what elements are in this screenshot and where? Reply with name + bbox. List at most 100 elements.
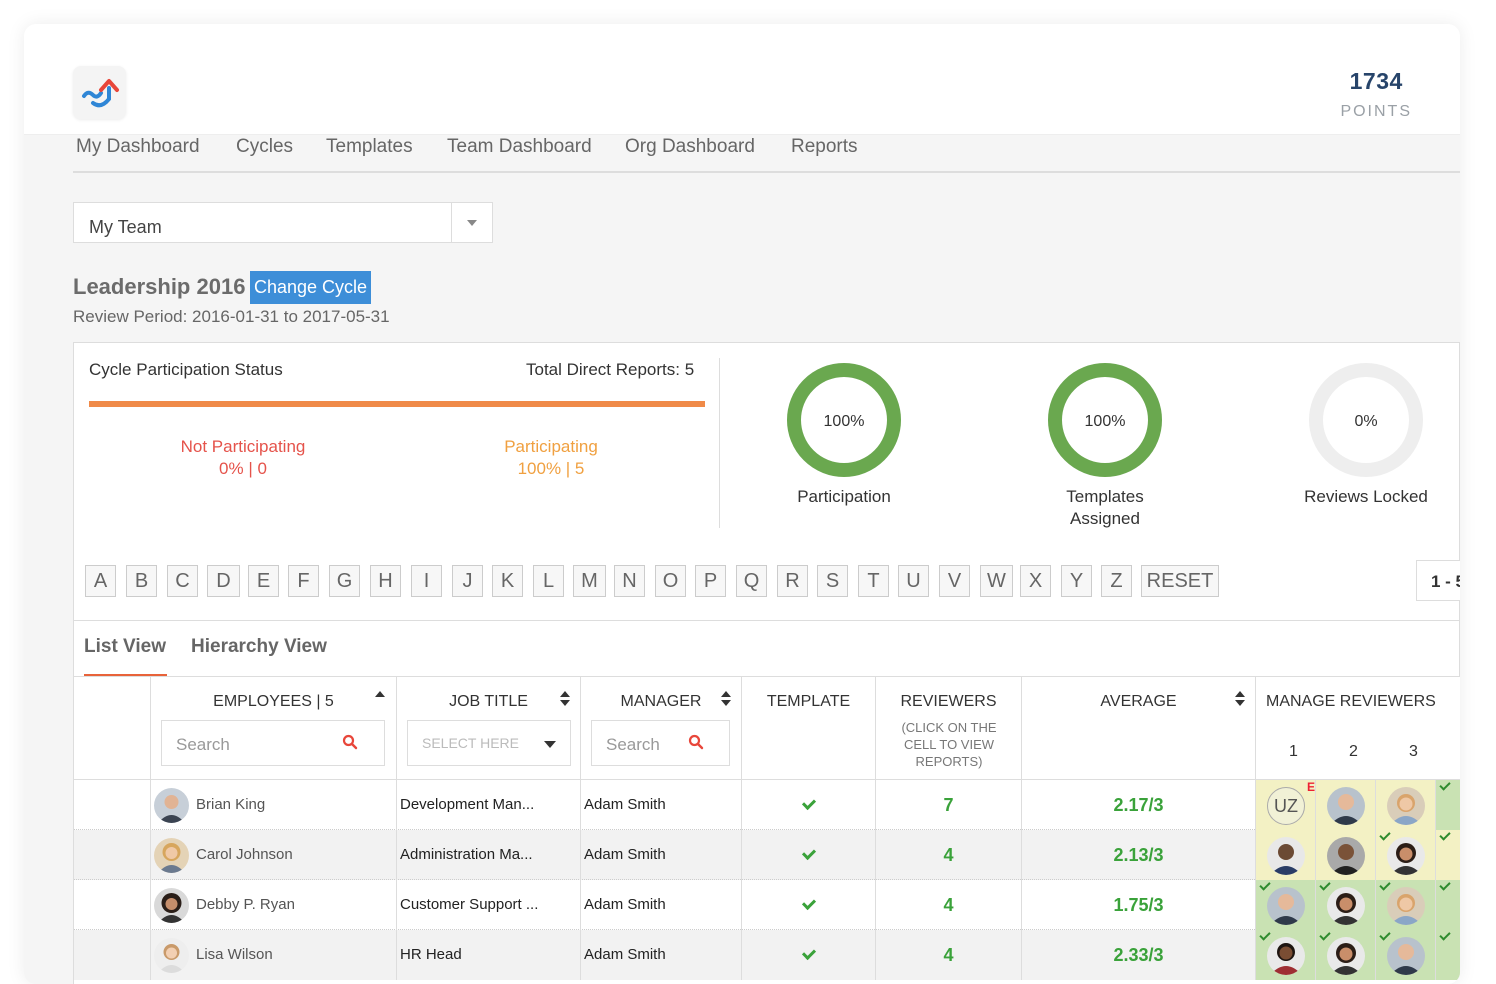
letter-button-s[interactable]: S — [817, 565, 848, 597]
reviewer-slot[interactable] — [1436, 829, 1460, 880]
reviewer-avatar — [1267, 837, 1305, 875]
header-manager[interactable]: MANAGER Search — [581, 677, 742, 780]
search-icon[interactable] — [342, 734, 358, 750]
pagination-info[interactable]: 1 - 5 — [1416, 560, 1460, 601]
letter-button-u[interactable]: U — [898, 565, 929, 597]
letter-button-e[interactable]: E — [248, 565, 279, 597]
reviewer-slot[interactable] — [1376, 879, 1436, 930]
average-cell: 2.33/3 — [1022, 930, 1256, 980]
letter-button-d[interactable]: D — [207, 565, 240, 597]
employee-cell[interactable]: Brian King — [151, 780, 397, 830]
check-icon — [801, 845, 816, 861]
reviewer-slot[interactable]: UZ E — [1256, 780, 1316, 830]
table-row[interactable]: Brian King Development Man... Adam Smith… — [74, 779, 1460, 830]
letter-button-t[interactable]: T — [858, 565, 889, 597]
table-row[interactable]: Lisa Wilson HR Head Adam Smith 4 2.33/3 — [74, 929, 1460, 980]
reviewers-count-cell[interactable]: 4 — [876, 830, 1022, 880]
header-average[interactable]: AVERAGE — [1022, 677, 1256, 780]
reviewer-slot[interactable] — [1316, 929, 1376, 980]
team-select-toggle[interactable] — [451, 203, 492, 242]
reviewer-slot[interactable] — [1256, 830, 1316, 880]
nav-team-dashboard[interactable]: Team Dashboard — [447, 135, 592, 159]
row-select-cell[interactable] — [74, 930, 151, 980]
nav-templates[interactable]: Templates — [326, 135, 413, 159]
template-cell[interactable] — [742, 930, 876, 980]
employee-cell[interactable]: Debby P. Ryan — [151, 880, 397, 930]
reviewer-slot[interactable] — [1256, 879, 1316, 930]
reviewers-count-cell[interactable]: 7 — [876, 780, 1022, 830]
reviewer-avatar — [1387, 887, 1425, 925]
employee-search-input[interactable]: Search — [161, 720, 385, 766]
reviewer-slot[interactable] — [1376, 829, 1436, 880]
template-cell[interactable] — [742, 830, 876, 880]
letter-button-x[interactable]: X — [1020, 565, 1051, 597]
table-row[interactable]: Debby P. Ryan Customer Support ... Adam … — [74, 879, 1460, 930]
letter-button-p[interactable]: P — [695, 565, 726, 597]
letter-button-z[interactable]: Z — [1101, 565, 1132, 597]
employee-cell[interactable]: Carol Johnson — [151, 830, 397, 880]
row-select-cell[interactable] — [74, 880, 151, 930]
reviewer-slot[interactable] — [1256, 929, 1316, 980]
not-participating-stat[interactable]: Not Participating 0% | 0 — [123, 436, 363, 480]
reviewer-slot[interactable] — [1436, 929, 1460, 980]
reviewer-slot[interactable] — [1436, 779, 1460, 830]
letter-button-m[interactable]: M — [573, 565, 606, 597]
letter-button-k[interactable]: K — [492, 565, 523, 597]
job-title-cell: HR Head — [397, 930, 581, 980]
template-cell[interactable] — [742, 880, 876, 930]
letter-button-v[interactable]: V — [939, 565, 970, 597]
sort-icon[interactable] — [721, 691, 731, 707]
nav-reports[interactable]: Reports — [791, 135, 858, 159]
letter-button-y[interactable]: Y — [1061, 565, 1092, 597]
header-job-title[interactable]: JOB TITLE SELECT HERE — [397, 677, 581, 780]
letter-button-w[interactable]: W — [980, 565, 1013, 597]
row-select-cell[interactable] — [74, 780, 151, 830]
reviewer-slot[interactable] — [1316, 830, 1376, 880]
letter-button-q[interactable]: Q — [736, 565, 767, 597]
app-logo[interactable] — [73, 66, 126, 119]
participating-stat[interactable]: Participating 100% | 5 — [431, 436, 671, 480]
letter-button-i[interactable]: I — [411, 565, 442, 597]
letter-button-f[interactable]: F — [288, 565, 319, 597]
letter-button-b[interactable]: B — [126, 565, 157, 597]
app-window: 1734 POINTS My Dashboard Cycles Template… — [24, 24, 1460, 984]
table-row[interactable]: Carol Johnson Administration Ma... Adam … — [74, 829, 1460, 880]
header-employees[interactable]: EMPLOYEES | 5 Search — [151, 677, 397, 780]
letter-button-o[interactable]: O — [655, 565, 686, 597]
reviewers-count-cell[interactable]: 4 — [876, 880, 1022, 930]
letter-button-j[interactable]: J — [452, 565, 483, 597]
team-select[interactable]: My Team — [73, 202, 493, 243]
tab-hierarchy-view[interactable]: Hierarchy View — [191, 636, 327, 658]
reviewer-slot[interactable] — [1376, 780, 1436, 830]
nav-my-dashboard[interactable]: My Dashboard — [76, 135, 200, 159]
nav-cycles[interactable]: Cycles — [236, 135, 293, 159]
letter-button-h[interactable]: H — [370, 565, 401, 597]
sort-icon[interactable] — [1235, 691, 1245, 707]
letter-button-r[interactable]: R — [777, 565, 808, 597]
reviewer-slot[interactable] — [1316, 780, 1376, 830]
search-icon[interactable] — [688, 734, 704, 750]
tab-list-view[interactable]: List View — [84, 636, 166, 658]
letter-button-a[interactable]: A — [85, 565, 116, 597]
reviewer-slot[interactable] — [1436, 879, 1460, 930]
nav-org-dashboard[interactable]: Org Dashboard — [625, 135, 755, 159]
letter-button-c[interactable]: C — [167, 565, 198, 597]
letter-button-n[interactable]: N — [614, 565, 645, 597]
letter-button-l[interactable]: L — [533, 565, 564, 597]
template-cell[interactable] — [742, 780, 876, 830]
review-period: Review Period: 2016-01-31 to 2017-05-31 — [73, 307, 390, 326]
check-icon — [801, 945, 816, 961]
reviewer-slot[interactable] — [1316, 879, 1376, 930]
sort-icon[interactable] — [560, 691, 570, 707]
ring-reviews-locked: 0% Reviews Locked — [1266, 361, 1460, 508]
letter-button-g[interactable]: G — [329, 565, 360, 597]
employee-cell[interactable]: Lisa Wilson — [151, 930, 397, 980]
reviewer-slot[interactable] — [1376, 929, 1436, 980]
change-cycle-button[interactable]: Change Cycle — [250, 271, 371, 304]
sort-asc-icon[interactable] — [375, 691, 385, 707]
reset-button[interactable]: RESET — [1141, 565, 1219, 597]
row-select-cell[interactable] — [74, 830, 151, 880]
job-title-select[interactable]: SELECT HERE — [407, 720, 571, 766]
manager-search-input[interactable]: Search — [591, 720, 730, 766]
reviewers-count-cell[interactable]: 4 — [876, 930, 1022, 980]
